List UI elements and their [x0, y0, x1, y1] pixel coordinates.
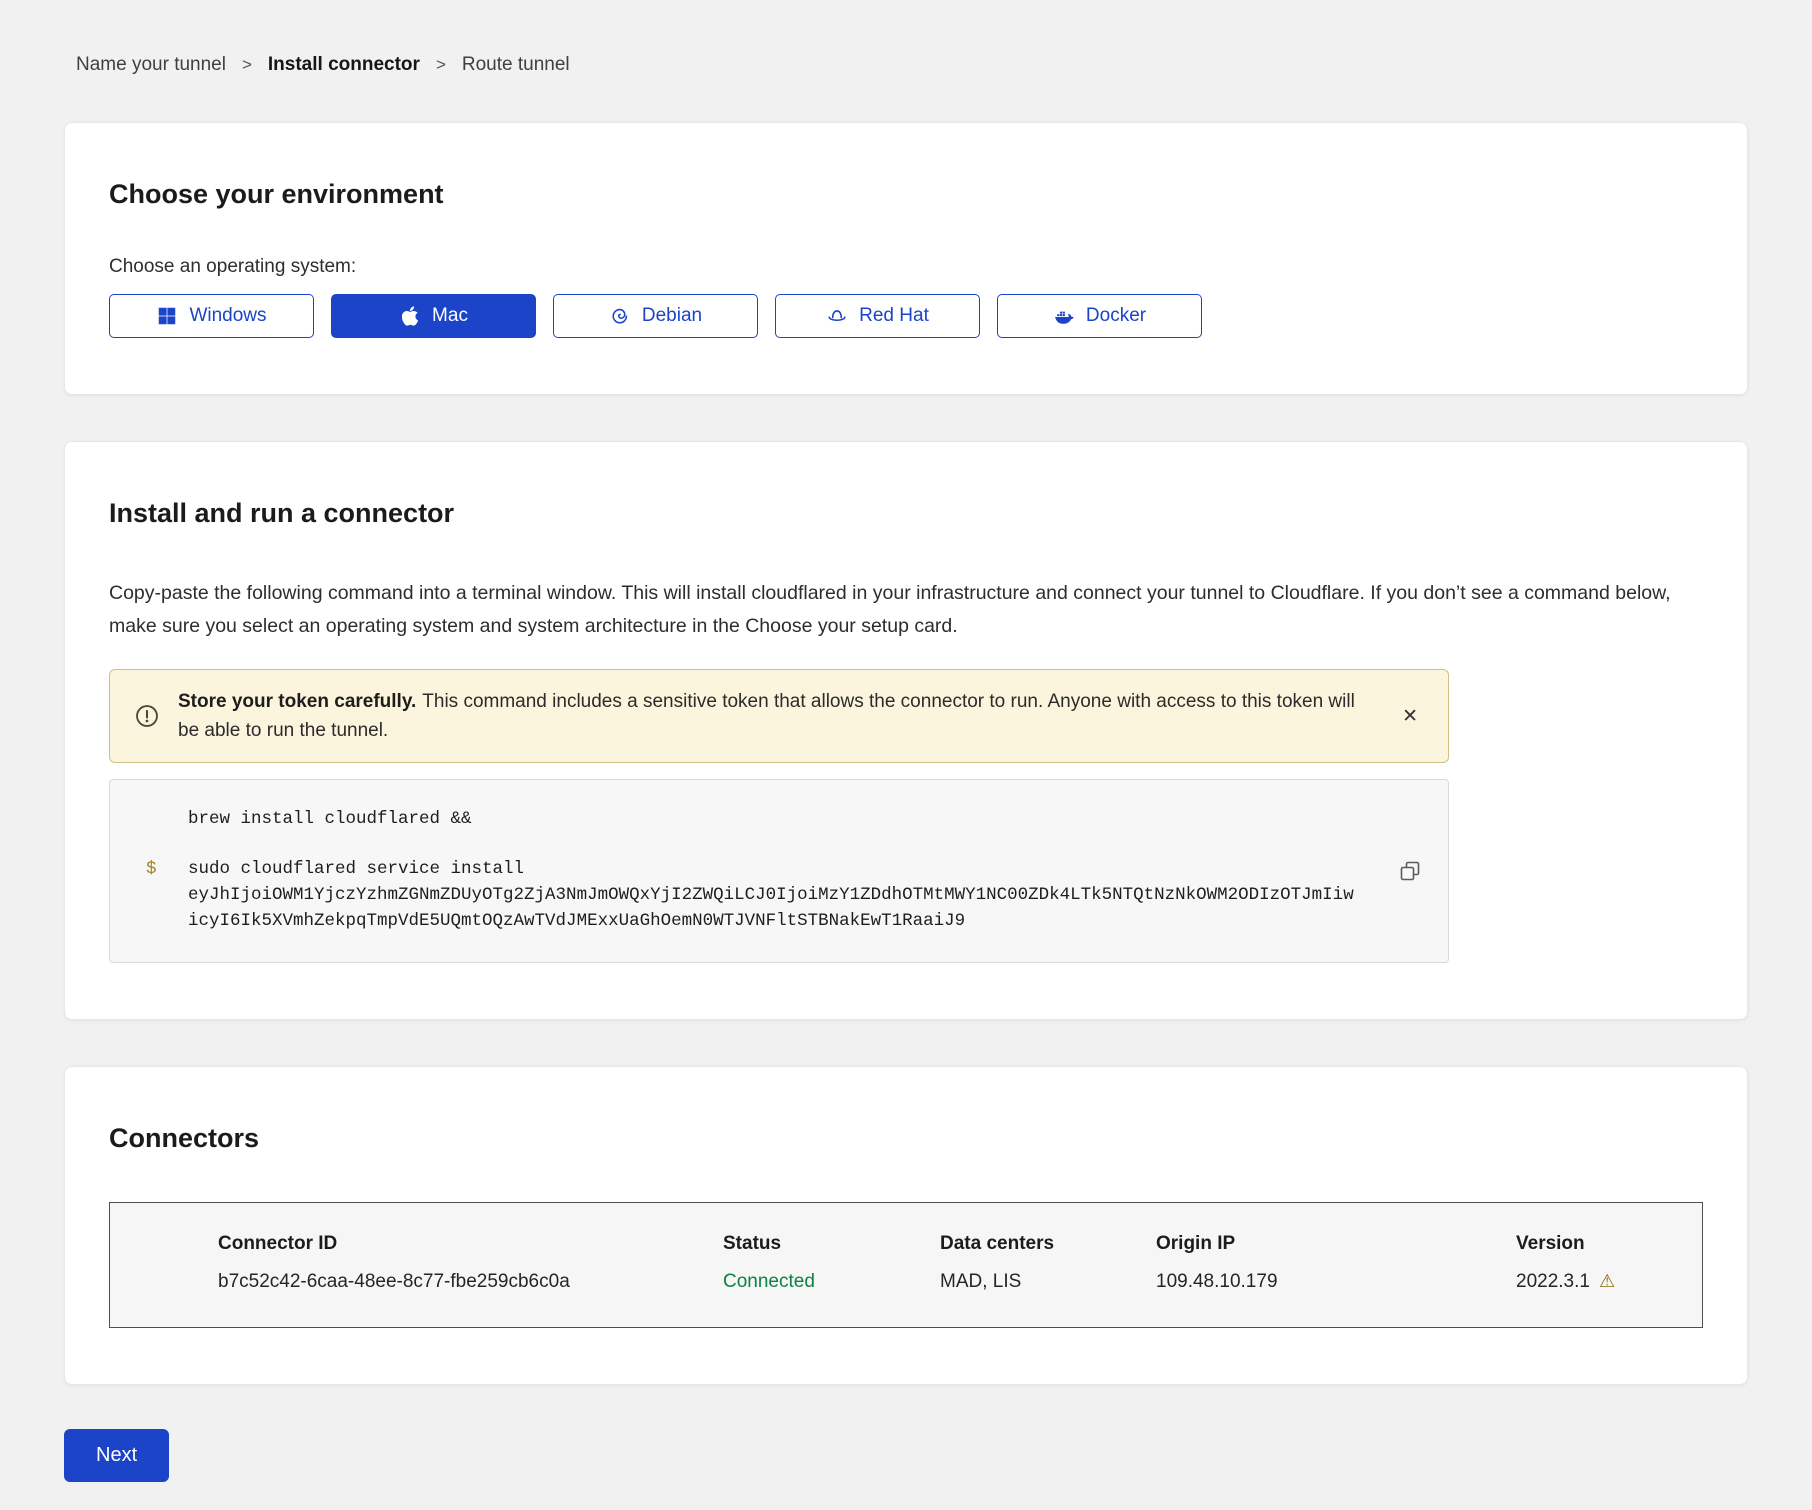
token-warning-bold: Store your token carefully. — [178, 691, 416, 712]
breadcrumb-separator: > — [436, 55, 446, 75]
col-header-version: Version — [1516, 1233, 1702, 1255]
token-warning-text: Store your token carefully.This command … — [178, 687, 1378, 745]
connector-id-cell: b7c52c42-6caa-48ee-8c77-fbe259cb6c0a — [218, 1271, 723, 1293]
copy-icon — [1398, 859, 1422, 883]
environment-title: Choose your environment — [109, 179, 1703, 210]
version-value: 2022.3.1 — [1516, 1271, 1590, 1292]
copy-command-button[interactable] — [1394, 855, 1426, 887]
breadcrumb-install-connector[interactable]: Install connector — [268, 54, 420, 76]
install-title: Install and run a connector — [109, 498, 1703, 529]
os-button-redhat[interactable]: Red Hat — [775, 294, 980, 338]
code-gutter — [110, 806, 188, 832]
breadcrumb: Name your tunnel > Install connector > R… — [76, 54, 1748, 76]
status-cell: Connected — [723, 1271, 940, 1293]
install-command: sudo cloudflared service install — [188, 859, 524, 879]
shell-prompt: $ — [110, 856, 188, 934]
col-header-data-centers: Data centers — [940, 1233, 1156, 1255]
os-button-label: Windows — [189, 305, 266, 327]
debian-icon — [609, 305, 631, 327]
data-centers-cell: MAD, LIS — [940, 1271, 1156, 1293]
col-header-connector-id: Connector ID — [218, 1233, 723, 1255]
alert-circle-icon — [134, 703, 160, 729]
os-button-group: Windows Mac Debian Red Hat — [109, 294, 1703, 338]
os-button-debian[interactable]: Debian — [553, 294, 758, 338]
code-line-install: sudo cloudflared service install eyJhIjoi… — [188, 856, 1358, 934]
docker-icon — [1053, 305, 1075, 327]
breadcrumb-separator: > — [242, 55, 252, 75]
os-button-label: Mac — [432, 305, 468, 327]
os-prompt-label: Choose an operating system: — [109, 256, 1703, 278]
col-header-origin-ip: Origin IP — [1156, 1233, 1516, 1255]
windows-icon — [156, 305, 178, 327]
os-button-label: Debian — [642, 305, 702, 327]
version-cell: 2022.3.1 ⚠ — [1516, 1271, 1702, 1293]
page: Name your tunnel > Install connector > R… — [0, 0, 1812, 1510]
connectors-card: Connectors Connector ID Status Data cent… — [64, 1066, 1748, 1385]
code-line-brew: brew install cloudflared && — [188, 806, 1358, 832]
install-description: Copy-paste the following command into a … — [109, 577, 1703, 643]
close-warning-button[interactable]: ✕ — [1396, 701, 1424, 732]
os-button-docker[interactable]: Docker — [997, 294, 1202, 338]
connectors-table: Connector ID Status Data centers Origin … — [109, 1202, 1703, 1328]
apple-icon — [399, 305, 421, 327]
breadcrumb-route-tunnel[interactable]: Route tunnel — [462, 54, 570, 76]
origin-ip-cell: 109.48.10.179 — [1156, 1271, 1516, 1293]
os-button-windows[interactable]: Windows — [109, 294, 314, 338]
version-warning-icon: ⚠ — [1599, 1271, 1615, 1291]
next-button[interactable]: Next — [64, 1429, 169, 1482]
redhat-icon — [826, 305, 848, 327]
token-warning-banner: Store your token carefully.This command … — [109, 669, 1449, 763]
os-button-label: Red Hat — [859, 305, 929, 327]
connectors-title: Connectors — [109, 1123, 1703, 1154]
environment-card: Choose your environment Choose an operat… — [64, 122, 1748, 395]
install-card: Install and run a connector Copy-paste t… — [64, 441, 1748, 1020]
tunnel-token: eyJhIjoiOWM1YjczYzhmZGNmZDUyOTg2ZjA3NmJm… — [188, 882, 1358, 934]
breadcrumb-name-your-tunnel[interactable]: Name your tunnel — [76, 54, 226, 76]
col-header-status: Status — [723, 1233, 940, 1255]
install-command-codeblock: brew install cloudflared && $ sudo cloud… — [109, 779, 1449, 963]
os-button-mac[interactable]: Mac — [331, 294, 536, 338]
table-row: b7c52c42-6caa-48ee-8c77-fbe259cb6c0a Con… — [110, 1255, 1702, 1327]
os-button-label: Docker — [1086, 305, 1146, 327]
connectors-table-header: Connector ID Status Data centers Origin … — [110, 1203, 1702, 1255]
